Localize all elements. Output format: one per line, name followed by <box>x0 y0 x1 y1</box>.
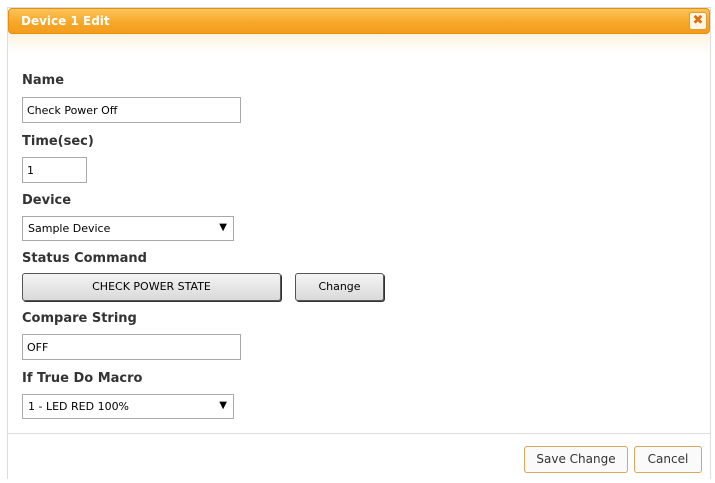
cancel-button[interactable]: Cancel <box>634 446 702 473</box>
macro-select[interactable]: 1 - LED RED 100% ▼ <box>22 394 234 419</box>
save-change-button[interactable]: Save Change <box>524 446 628 473</box>
device-edit-dialog: Device 1 Edit ✖ Name Time(sec) Device Sa… <box>7 7 711 479</box>
name-input[interactable] <box>22 97 241 123</box>
close-button[interactable]: ✖ <box>689 12 707 30</box>
compare-string-label: Compare String <box>22 311 137 326</box>
time-label: Time(sec) <box>22 134 94 149</box>
status-command-button[interactable]: CHECK POWER STATE <box>22 273 281 301</box>
macro-select-value: 1 - LED RED 100% <box>28 400 130 413</box>
dialog-footer: Save Change Cancel <box>8 433 710 479</box>
macro-label: If True Do Macro <box>22 371 143 386</box>
close-icon: ✖ <box>692 13 704 28</box>
device-select[interactable]: Sample Device ▼ <box>22 216 234 241</box>
chevron-down-icon: ▼ <box>219 222 227 233</box>
chevron-down-icon: ▼ <box>219 400 227 411</box>
status-command-label: Status Command <box>22 251 147 266</box>
change-button[interactable]: Change <box>295 273 384 301</box>
device-label: Device <box>22 193 72 208</box>
dialog-title: Device 1 Edit <box>21 14 110 28</box>
dialog-titlebar[interactable]: Device 1 Edit ✖ <box>8 8 710 34</box>
time-input[interactable] <box>22 157 87 183</box>
header-gradient <box>8 34 710 54</box>
compare-string-input[interactable] <box>22 334 241 360</box>
name-label: Name <box>22 73 65 88</box>
device-select-value: Sample Device <box>28 222 111 235</box>
